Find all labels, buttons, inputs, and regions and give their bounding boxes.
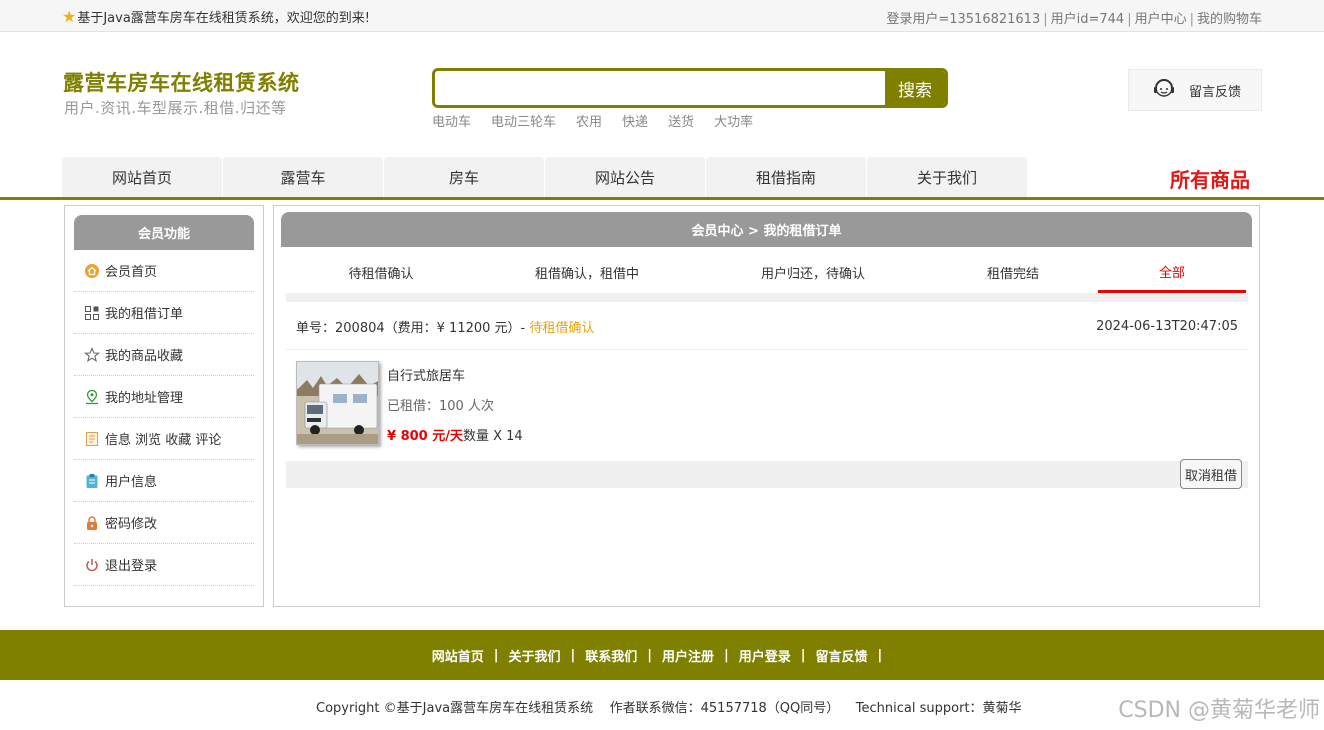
tab-renting[interactable]: 租借确认，租借中 (476, 252, 698, 293)
power-icon (84, 557, 100, 573)
order-time: 2024-06-13T20:47:05 (1096, 319, 1238, 334)
sidebar-item-logout[interactable]: 退出登录 (74, 544, 254, 586)
tab-completed[interactable]: 租借完结 (928, 252, 1098, 293)
product-thumbnail[interactable] (296, 361, 379, 445)
sidebar-title: 会员功能 (74, 215, 254, 250)
document-icon (84, 431, 100, 447)
footer-links: 网站首页 | 关于我们 | 联系我们 | 用户注册 | 用户登录 | 留言反馈 | (0, 630, 1324, 680)
star-icon (84, 346, 100, 363)
feedback-button[interactable]: 留言反馈 (1128, 69, 1262, 111)
welcome-label: 基于Java露营车房车在线租赁系统，欢迎您的到来! (77, 11, 371, 26)
login-user-label: 登录用户=13516821613 (886, 12, 1041, 27)
sidebar-item-label: 退出登录 (105, 559, 158, 574)
main-nav: 网站首页 露营车 房车 网站公告 租借指南 关于我们 (62, 157, 1027, 197)
sidebar-item-favorites[interactable]: 我的商品收藏 (74, 334, 254, 376)
tab-returned[interactable]: 用户归还，待确认 (698, 252, 928, 293)
home-icon (84, 263, 100, 279)
quantity: 数量 X 14 (462, 429, 523, 444)
sidebar-item-label: 密码修改 (105, 517, 158, 532)
tab-pending-confirm[interactable]: 待租借确认 (286, 252, 476, 293)
user-links: 登录用户=13516821613 | 用户id=744 | 用户中心 | 我的购物车 (886, 12, 1262, 27)
hot-keyword[interactable]: 电动车 (432, 111, 471, 130)
site-subtitle: 用户.资讯.车型展示.租借.归还等 (64, 99, 287, 117)
user-center-link[interactable]: 用户中心 (1135, 12, 1187, 27)
footer-link-about[interactable]: 关于我们 (508, 646, 560, 665)
sidebar-item-address[interactable]: 我的地址管理 (74, 376, 254, 418)
feedback-label: 留言反馈 (1189, 84, 1242, 100)
hot-keyword[interactable]: 送货 (668, 111, 694, 130)
clipboard-icon (84, 473, 100, 489)
search-input[interactable] (435, 71, 885, 105)
sidebar-item-label: 我的租借订单 (105, 307, 184, 322)
sidebar-item-user-info[interactable]: 用户信息 (74, 460, 254, 502)
nav-item-notice[interactable]: 网站公告 (545, 157, 705, 197)
nav-divider (0, 197, 1324, 200)
nav-item-guide[interactable]: 租借指南 (706, 157, 866, 197)
cart-link[interactable]: 我的购物车 (1197, 12, 1262, 27)
order-number: 单号：200804 (296, 321, 385, 336)
sidebar-item-label: 会员首页 (105, 265, 158, 280)
map-pin-icon (84, 389, 100, 405)
nav-item-rv[interactable]: 房车 (384, 157, 544, 197)
hot-keywords: 电动车 电动三轮车 农用 快递 送货 大功率 (432, 111, 753, 130)
search-button[interactable]: 搜索 (885, 71, 945, 105)
sidebar-item-label: 信息 浏览 收藏 评论 (105, 433, 222, 448)
hot-keyword[interactable]: 大功率 (714, 111, 753, 130)
all-goods-link[interactable]: 所有商品 (1170, 164, 1250, 193)
customer-service-icon (1151, 75, 1177, 105)
order-panel: 会员中心 > 我的租借订单 待租借确认 租借确认，租借中 用户归还，待确认 租借… (273, 205, 1260, 607)
sidebar-item-password[interactable]: 密码修改 (74, 502, 254, 544)
rented-count: 已租借：100 人次 (387, 399, 494, 414)
unit-price: ¥ 800 元/天 (387, 429, 463, 444)
nav-item-home[interactable]: 网站首页 (62, 157, 222, 197)
hot-keyword[interactable]: 电动三轮车 (491, 111, 556, 130)
footer-link-login[interactable]: 用户登录 (739, 646, 791, 665)
star-icon: ★ (62, 6, 77, 26)
search-box: 搜索 (432, 68, 948, 108)
order-action-bar: 取消租借 (286, 459, 1248, 489)
user-id-label: 用户id=744 (1050, 12, 1125, 27)
copyright: Copyright ©基于Java露营车房车在线租赁系统 作者联系微信：4515… (316, 701, 1022, 716)
breadcrumb: 会员中心 > 我的租借订单 (281, 212, 1252, 247)
footer-link-feedback[interactable]: 留言反馈 (816, 646, 868, 665)
order-status: 待租借确认 (529, 321, 595, 336)
sidebar-item-label: 我的商品收藏 (105, 349, 184, 364)
nav-item-camper[interactable]: 露营车 (223, 157, 383, 197)
footer-link-home[interactable]: 网站首页 (432, 646, 484, 665)
watermark: CSDN @黄菊华老师 (1118, 698, 1320, 723)
sidebar-item-member-home[interactable]: 会员首页 (74, 250, 254, 292)
site-title[interactable]: 露营车房车在线租赁系统 (63, 67, 300, 97)
hot-keyword[interactable]: 农用 (576, 111, 602, 130)
order-item: 自行式旅居车 已租借：100 人次 ¥ 800 元/天数量 X 14 (296, 361, 1236, 447)
sidebar-item-orders[interactable]: 我的租借订单 (74, 292, 254, 334)
sidebar-item-label: 我的地址管理 (105, 391, 184, 406)
product-name[interactable]: 自行式旅居车 (387, 365, 465, 384)
price-line: ¥ 800 元/天数量 X 14 (387, 425, 523, 444)
hot-keyword[interactable]: 快递 (622, 111, 648, 130)
sidebar-item-label: 用户信息 (105, 475, 158, 490)
top-bar: ★ 基于Java露营车房车在线租赁系统，欢迎您的到来! 登录用户=1351682… (0, 0, 1324, 32)
member-sidebar: 会员功能 会员首页 我的租借订单 我的商品收藏 我的地址管理 信息 浏览 收藏 … (64, 205, 264, 607)
footer-link-register[interactable]: 用户注册 (662, 646, 714, 665)
order-fee: （费用：¥ 11200 元）- (384, 321, 526, 336)
grid-icon (84, 305, 100, 321)
cancel-rental-button[interactable]: 取消租借 (1180, 459, 1242, 489)
footer-link-contact[interactable]: 联系我们 (585, 646, 637, 665)
welcome-text: ★ 基于Java露营车房车在线租赁系统，欢迎您的到来! (62, 7, 370, 26)
tab-all[interactable]: 全部 (1098, 252, 1246, 293)
order-summary: 单号：200804（费用：¥ 11200 元）- 待租借确认 (296, 317, 594, 336)
order-tabs: 待租借确认 租借确认，租借中 用户归还，待确认 租借完结 全部 (286, 252, 1248, 302)
lock-icon (84, 515, 100, 531)
order-header: 单号：200804（费用：¥ 11200 元）- 待租借确认 2024-06-1… (286, 304, 1248, 350)
sidebar-item-activity[interactable]: 信息 浏览 收藏 评论 (74, 418, 254, 460)
nav-item-about[interactable]: 关于我们 (867, 157, 1027, 197)
